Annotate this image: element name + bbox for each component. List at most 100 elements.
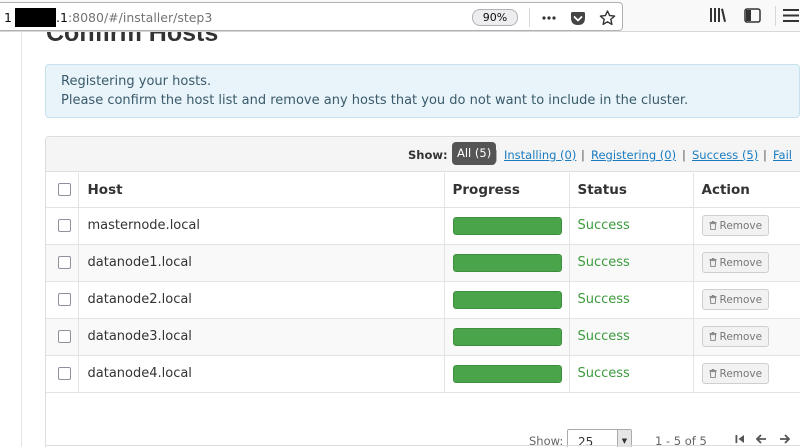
remove-host-button[interactable]: Remove [701, 363, 770, 384]
host-rows: masternode.local Success Remove datanode1.l… [46, 207, 800, 393]
host-status: Success [569, 207, 694, 245]
progress-bar [452, 253, 562, 272]
url-separator [529, 8, 530, 27]
progress-bar [452, 364, 562, 383]
trash-icon [709, 221, 716, 230]
row-checkbox-cell [46, 281, 79, 319]
remove-host-button[interactable]: Remove [701, 215, 770, 236]
pocket-icon[interactable] [569, 9, 587, 27]
row-checkbox[interactable] [58, 367, 71, 380]
info-alert: Registering your hosts. Please confirm t… [45, 64, 800, 118]
trash-icon [709, 369, 716, 378]
menu-icon[interactable] [782, 6, 800, 24]
remove-label: Remove [719, 367, 763, 380]
library-icon[interactable] [709, 6, 727, 24]
page-title: Confirm Hosts [46, 32, 219, 47]
select-all-checkbox[interactable] [58, 183, 71, 197]
row-checkbox[interactable] [58, 330, 71, 343]
progress-bar-fill [452, 364, 562, 383]
host-name: datanode3.local [78, 318, 445, 356]
host-name: masternode.local [78, 207, 445, 245]
filter-registering[interactable]: Registering (0) [591, 148, 676, 162]
filter-installing[interactable]: Installing (0) [504, 148, 576, 162]
progress-cell [444, 207, 570, 245]
remove-label: Remove [719, 293, 763, 306]
next-panel-border [45, 445, 800, 446]
url-prefix: 1 [4, 10, 12, 25]
zoom-level-button[interactable]: 90% [472, 9, 518, 26]
url-path: :8080/#/installer/step3 [67, 10, 213, 25]
host-status: Success [569, 244, 694, 282]
table-row: datanode3.local Success Remove [46, 318, 800, 356]
host-status: Success [569, 281, 694, 319]
redacted-host [15, 8, 56, 27]
alert-line-2: Please confirm the host list and remove … [61, 93, 689, 108]
more-actions-icon[interactable] [540, 9, 558, 27]
table-row: datanode2.local Success Remove [46, 281, 800, 319]
filter-separator: | [581, 148, 585, 162]
progress-cell [444, 244, 570, 282]
remove-host-button[interactable]: Remove [701, 289, 770, 310]
progress-cell [444, 318, 570, 356]
next-page-icon[interactable] [777, 432, 791, 446]
remove-label: Remove [719, 256, 763, 269]
remove-host-button[interactable]: Remove [701, 326, 770, 347]
bookmark-star-icon[interactable] [598, 9, 616, 27]
table-row: datanode4.local Success Remove [46, 355, 800, 393]
sidebar-icon[interactable] [743, 6, 761, 24]
pagination: Show: 25 ▼ 1 - 5 of 5 [46, 422, 800, 447]
first-page-icon[interactable] [733, 432, 747, 446]
progress-cell [444, 281, 570, 319]
hosts-panel: Show: All (5) | Installing (0) | Registe… [45, 136, 800, 447]
remove-label: Remove [719, 219, 763, 232]
progress-bar-fill [452, 290, 562, 309]
host-status: Success [569, 355, 694, 393]
remove-label: Remove [719, 330, 763, 343]
previous-page-icon[interactable] [754, 432, 768, 446]
browser-toolbar: 1 .1:8080/#/installer/step3 90% [0, 0, 800, 32]
installer-page: Confirm Hosts Registering your hosts. Pl… [0, 32, 800, 447]
filter-separator: | [494, 148, 498, 162]
address-bar[interactable]: 1 .1:8080/#/installer/step3 90% [0, 2, 623, 31]
host-name: datanode2.local [78, 281, 445, 319]
alert-line-1: Registering your hosts. [61, 74, 212, 89]
row-checkbox-cell [46, 244, 79, 282]
progress-bar-fill [452, 327, 562, 346]
trash-icon [709, 295, 716, 304]
url-host-tail: .1 [56, 10, 68, 25]
filter-separator: | [682, 148, 686, 162]
col-host[interactable]: Host [78, 173, 445, 208]
table-header-row: Host Progress Status Action [46, 173, 800, 208]
host-name: datanode4.local [78, 355, 445, 393]
action-cell: Remove [693, 355, 800, 393]
row-checkbox[interactable] [58, 256, 71, 269]
col-progress[interactable]: Progress [444, 173, 570, 208]
row-checkbox-cell [46, 207, 79, 245]
action-cell: Remove [693, 318, 800, 356]
wizard-nav-border [21, 32, 22, 447]
filter-fail[interactable]: Fail [773, 148, 792, 162]
col-status[interactable]: Status [569, 173, 694, 208]
table-row: masternode.local Success Remove [46, 207, 800, 245]
progress-cell [444, 355, 570, 393]
table-row: datanode1.local Success Remove [46, 244, 800, 282]
progress-bar [452, 327, 562, 346]
remove-host-button[interactable]: Remove [701, 252, 770, 273]
host-name: datanode1.local [78, 244, 445, 282]
progress-bar [452, 216, 562, 235]
progress-bar-fill [452, 253, 562, 272]
row-checkbox-cell [46, 318, 79, 356]
trash-icon [709, 258, 716, 267]
trash-icon [709, 332, 716, 341]
progress-bar-fill [452, 216, 562, 235]
filter-all[interactable]: All (5) [452, 142, 497, 165]
url-text: .1:8080/#/installer/step3 [56, 10, 212, 25]
row-checkbox-cell [46, 355, 79, 393]
select-all-cell [46, 173, 79, 208]
progress-bar [452, 290, 562, 309]
row-checkbox[interactable] [58, 219, 71, 232]
col-action: Action [693, 173, 800, 208]
row-checkbox[interactable] [58, 293, 71, 306]
filter-success[interactable]: Success (5) [692, 148, 758, 162]
hosts-table: Host Progress Status Action masternode.l… [46, 173, 800, 393]
